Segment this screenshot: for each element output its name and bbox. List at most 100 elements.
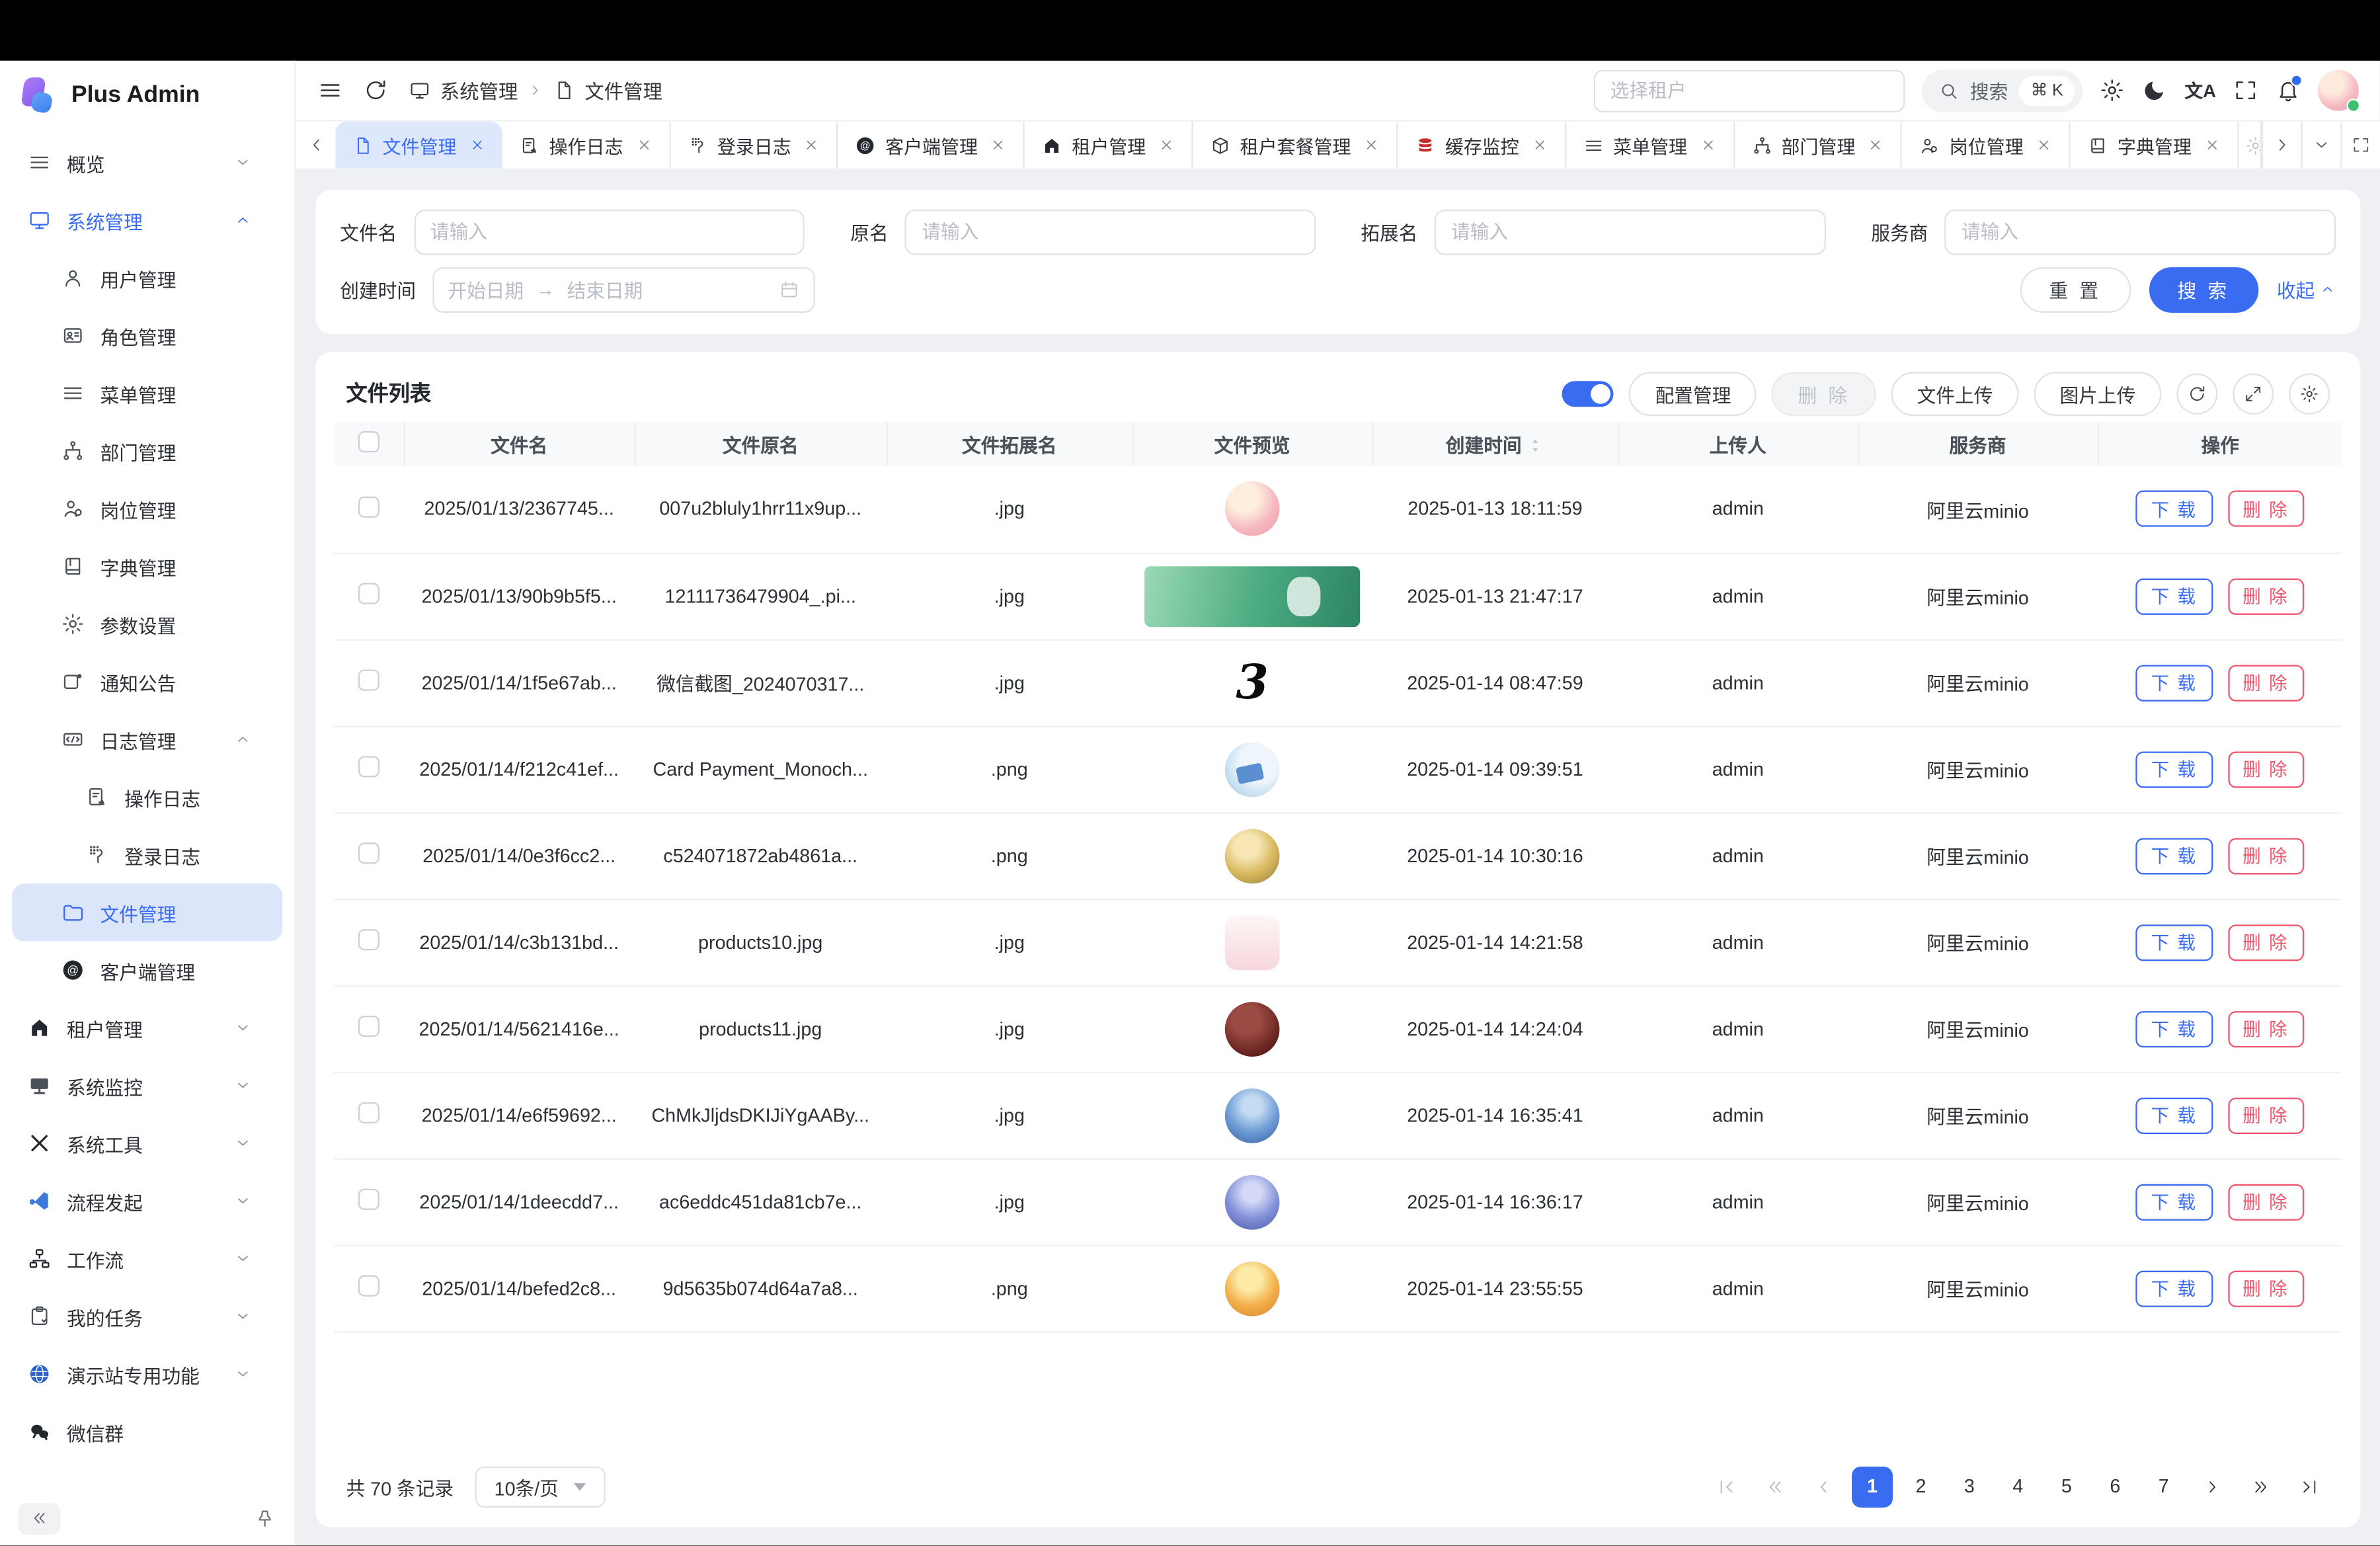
batch-delete-button[interactable]: 删 除	[1772, 371, 1876, 415]
tab-岗位管理[interactable]: 岗位管理	[1902, 122, 2070, 169]
file-preview-thumbnail[interactable]	[1225, 915, 1280, 969]
download-button[interactable]: 下 载	[2136, 664, 2213, 700]
list-toggle[interactable]	[1563, 380, 1614, 406]
sidebar-item-系统管理[interactable]: 系统管理	[12, 191, 282, 249]
page-button-4[interactable]: 4	[1997, 1466, 2038, 1507]
download-button[interactable]: 下 载	[2136, 837, 2213, 874]
sidebar-item-租户管理[interactable]: 租户管理	[12, 999, 282, 1057]
collapse-filters-link[interactable]: 收起	[2277, 275, 2336, 304]
upload-image-button[interactable]: 图片上传	[2034, 371, 2161, 415]
close-icon[interactable]	[1363, 137, 1380, 153]
refresh-icon[interactable]	[363, 77, 389, 103]
download-button[interactable]: 下 载	[2136, 491, 2213, 527]
sidebar-item-角色管理[interactable]: 角色管理	[12, 307, 282, 364]
global-search[interactable]: 搜索 ⌘ K	[1921, 69, 2082, 111]
sidebar-item-通知公告[interactable]: 通知公告	[12, 653, 282, 710]
tab-缓存监控[interactable]: 缓存监控	[1398, 122, 1566, 169]
upload-file-button[interactable]: 文件上传	[1891, 371, 2019, 415]
translate-icon[interactable]: 文A	[2185, 77, 2216, 103]
select-all-checkbox[interactable]	[358, 431, 379, 452]
pager-prev-page-button[interactable]	[1804, 1466, 1844, 1507]
row-checkbox[interactable]	[358, 496, 379, 517]
date-range-picker[interactable]: 开始日期 → 结束日期	[432, 266, 815, 312]
page-button-1[interactable]: 1	[1852, 1466, 1893, 1507]
pager-last-page-button[interactable]	[2289, 1466, 2330, 1507]
row-checkbox[interactable]	[358, 1189, 379, 1210]
delete-button[interactable]: 删 除	[2227, 1097, 2304, 1133]
tabs-menu-button[interactable]	[2301, 122, 2341, 169]
close-icon[interactable]	[1699, 137, 1716, 153]
brand[interactable]: Plus Admin	[0, 61, 294, 131]
file-preview-thumbnail[interactable]	[1225, 1088, 1280, 1143]
file-preview-thumbnail[interactable]	[1144, 565, 1360, 626]
row-checkbox[interactable]	[358, 842, 379, 864]
sidebar-item-演示站专用功能[interactable]: 演示站专用功能	[12, 1345, 282, 1403]
sidebar-item-微信群[interactable]: 微信群	[12, 1403, 282, 1460]
pin-icon[interactable]	[253, 1507, 276, 1529]
download-button[interactable]: 下 载	[2136, 924, 2213, 960]
delete-button[interactable]: 删 除	[2227, 751, 2304, 787]
sidebar-item-系统监控[interactable]: 系统监控	[12, 1057, 282, 1114]
pager-first-page-button[interactable]	[1706, 1466, 1747, 1507]
close-icon[interactable]	[1868, 137, 1884, 153]
tab-租户管理[interactable]: 租户管理	[1025, 122, 1193, 169]
expand-table-button[interactable]	[2233, 373, 2274, 414]
sidebar-item-我的任务[interactable]: 我的任务	[12, 1287, 282, 1345]
file-preview-thumbnail[interactable]	[1225, 1261, 1280, 1316]
row-checkbox[interactable]	[358, 1276, 379, 1297]
file-preview-thumbnail[interactable]	[1225, 1174, 1280, 1229]
sidebar-item-日志管理[interactable]: 日志管理	[12, 710, 282, 768]
file-preview-thumbnail[interactable]	[1225, 742, 1280, 797]
tab-客户端管理[interactable]: @客户端管理	[838, 122, 1025, 169]
download-button[interactable]: 下 载	[2136, 1184, 2213, 1220]
column-header-文件拓展名[interactable]: 文件拓展名	[887, 422, 1132, 466]
avatar[interactable]	[2318, 70, 2359, 111]
tab-登录日志[interactable]: 登录日志	[670, 122, 838, 169]
sidebar-item-系统工具[interactable]: 系统工具	[12, 1114, 282, 1172]
delete-button[interactable]: 删 除	[2227, 837, 2304, 874]
tab-部门管理[interactable]: 部门管理	[1734, 122, 1902, 169]
tab-菜单管理[interactable]: 菜单管理	[1566, 122, 1734, 169]
page-button-3[interactable]: 3	[1949, 1466, 1990, 1507]
pager-prev-group-button[interactable]	[1755, 1466, 1796, 1507]
pager-next-group-button[interactable]	[2241, 1466, 2281, 1507]
column-header-上传人[interactable]: 上传人	[1618, 422, 1858, 466]
tab-操作日志[interactable]: 操作日志	[502, 122, 670, 169]
tab-租户套餐管理[interactable]: 租户套餐管理	[1193, 122, 1398, 169]
dark-mode-icon[interactable]	[2142, 77, 2168, 103]
download-button[interactable]: 下 载	[2136, 751, 2213, 787]
delete-button[interactable]: 删 除	[2227, 924, 2304, 960]
row-checkbox[interactable]	[358, 1102, 379, 1123]
tab-字典管理[interactable]: 字典管理	[2071, 122, 2239, 169]
tenant-select[interactable]	[1593, 69, 1905, 111]
column-header-服务商[interactable]: 服务商	[1858, 422, 2098, 466]
column-header-操作[interactable]: 操作	[2098, 422, 2342, 466]
delete-button[interactable]: 删 除	[2227, 1010, 2304, 1047]
sidebar-item-部门管理[interactable]: 部门管理	[12, 422, 282, 479]
sidebar-item-岗位管理[interactable]: 岗位管理	[12, 480, 282, 538]
close-icon[interactable]	[469, 137, 485, 153]
sidebar-item-操作日志[interactable]: 操作日志	[12, 768, 282, 826]
sidebar-item-概览[interactable]: 概览	[12, 134, 282, 191]
sidebar-item-参数设置[interactable]: 参数设置	[12, 595, 282, 653]
close-icon[interactable]	[635, 137, 652, 153]
download-button[interactable]: 下 载	[2136, 1097, 2213, 1133]
delete-button[interactable]: 删 除	[2227, 1184, 2304, 1220]
sort-icon[interactable]	[1525, 436, 1544, 456]
table-settings-button[interactable]	[2289, 373, 2330, 414]
page-size-select[interactable]: 10条/页	[475, 1466, 605, 1507]
row-checkbox[interactable]	[358, 583, 379, 604]
breadcrumb-item-files[interactable]: 文件管理	[584, 76, 662, 105]
download-button[interactable]: 下 载	[2136, 1270, 2213, 1307]
column-header-创建时间[interactable]: 创建时间	[1372, 422, 1618, 466]
notifications-bell[interactable]	[2276, 77, 2301, 103]
content-fullscreen-button[interactable]	[2340, 122, 2380, 169]
page-button-7[interactable]: 7	[2143, 1466, 2184, 1507]
close-icon[interactable]	[2036, 137, 2052, 153]
tab-clipped[interactable]	[2239, 122, 2262, 169]
close-icon[interactable]	[803, 137, 820, 153]
settings-icon[interactable]	[2100, 77, 2125, 103]
tabs-scroll-left-button[interactable]	[296, 122, 336, 169]
refresh-table-button[interactable]	[2176, 373, 2217, 414]
close-icon[interactable]	[990, 137, 1006, 153]
